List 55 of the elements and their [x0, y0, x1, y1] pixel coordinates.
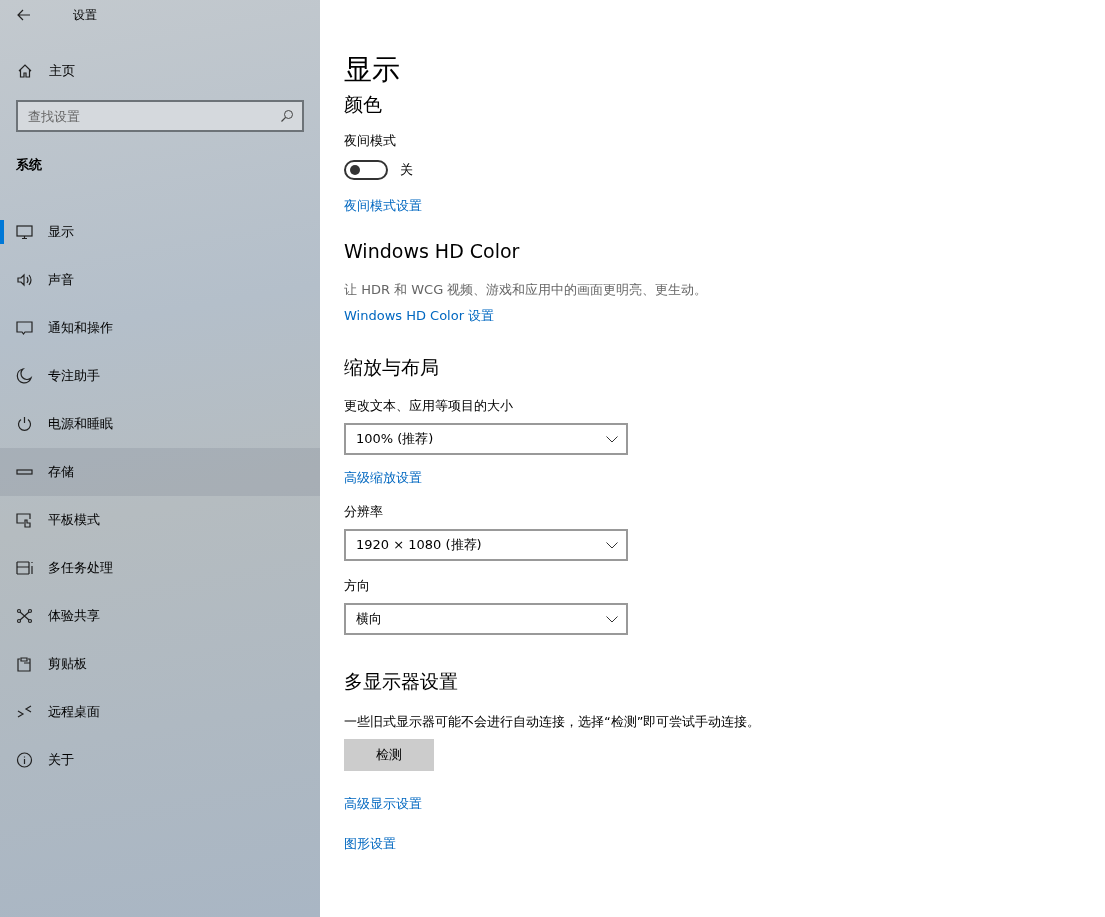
- nav-item[interactable]: 剪贴板: [0, 640, 320, 688]
- nav-item[interactable]: 显示: [0, 208, 320, 256]
- nav-item[interactable]: 存储: [0, 448, 320, 496]
- nav-item[interactable]: 远程桌面: [0, 688, 320, 736]
- remote-icon: [16, 704, 34, 720]
- setting-label: 更改文本、应用等项目的大小: [344, 397, 514, 415]
- settings-link[interactable]: 夜间模式设置: [344, 197, 422, 215]
- section-heading: 系统: [15, 156, 43, 174]
- section-heading: 颜色: [344, 92, 383, 117]
- home-nav-item[interactable]: 主页: [0, 56, 320, 86]
- setting-label: 方向: [344, 577, 371, 595]
- section-heading: 缩放与布局: [344, 355, 440, 380]
- nav-item[interactable]: 专注助手: [0, 352, 320, 400]
- dropdown[interactable]: 100% (推荐): [344, 423, 628, 455]
- search-field[interactable]: 查找设置: [16, 100, 304, 132]
- settings-link[interactable]: 高级缩放设置: [344, 469, 422, 487]
- toggle-state: 关: [400, 161, 413, 179]
- message-icon: [16, 320, 34, 336]
- moon-icon: [16, 368, 34, 384]
- speaker-icon: [16, 272, 34, 288]
- search-icon: [280, 109, 294, 123]
- chevron-down-icon: [606, 435, 618, 443]
- nav-item[interactable]: 平板模式: [0, 496, 320, 544]
- description-text: 让 HDR 和 WCG 视频、游戏和应用中的画面更明亮、更生动。: [344, 281, 709, 299]
- section-heading: 多显示器设置: [344, 669, 459, 694]
- back-arrow-icon[interactable]: [17, 9, 31, 21]
- section-heading: Windows HD Color: [344, 239, 521, 264]
- page-title: 显示: [344, 52, 401, 88]
- power-icon: [16, 416, 34, 432]
- home-icon: [17, 63, 33, 79]
- setting-label: 分辨率: [344, 503, 384, 521]
- settings-link[interactable]: 图形设置: [344, 835, 396, 853]
- window-title: 设置: [73, 6, 97, 24]
- nav-item[interactable]: 通知和操作: [0, 304, 320, 352]
- setting-label: 夜间模式: [344, 132, 397, 150]
- dropdown[interactable]: 横向: [344, 603, 628, 635]
- nav-item[interactable]: 关于: [0, 736, 320, 784]
- dropdown[interactable]: 1920 × 1080 (推荐): [344, 529, 628, 561]
- network-icon: [16, 608, 34, 624]
- detect-button[interactable]: 检测: [344, 739, 434, 771]
- clipboard-icon: [16, 656, 34, 672]
- info-icon: [16, 752, 34, 768]
- chevron-down-icon: [606, 541, 618, 549]
- multitask-icon: [16, 560, 34, 576]
- nav-item[interactable]: 声音: [0, 256, 320, 304]
- description-text: 一些旧式显示器可能不会进行自动连接，选择“检测”即可尝试手动连接。: [344, 713, 762, 731]
- nav-item[interactable]: 多任务处理: [0, 544, 320, 592]
- chevron-down-icon: [606, 615, 618, 623]
- toggle-switch[interactable]: [344, 160, 388, 180]
- monitor-icon: [16, 224, 34, 240]
- settings-link[interactable]: 高级显示设置: [344, 795, 422, 813]
- settings-link[interactable]: Windows HD Color 设置: [344, 307, 495, 325]
- nav-item[interactable]: 电源和睡眠: [0, 400, 320, 448]
- tablet-icon: [16, 512, 34, 528]
- nav-item[interactable]: 体验共享: [0, 592, 320, 640]
